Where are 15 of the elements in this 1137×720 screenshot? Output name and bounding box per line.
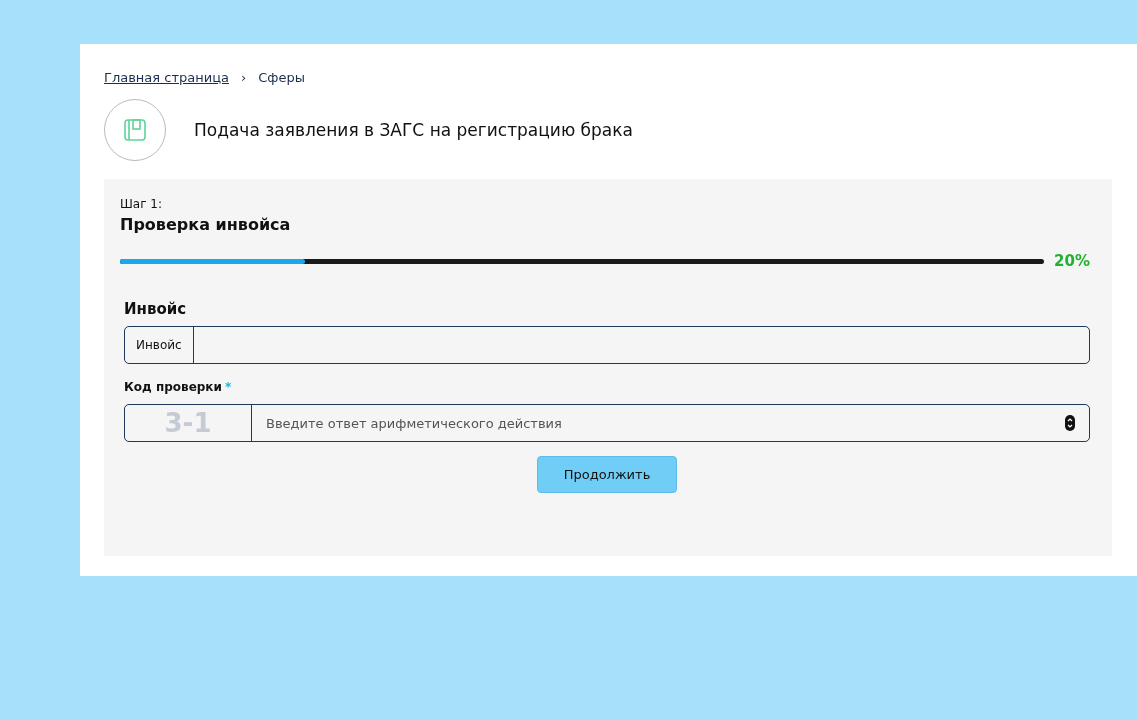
field-addon: Инвойс — [125, 327, 194, 363]
section-title: Инвойс — [124, 300, 188, 318]
invoice-field[interactable]: Инвойс — [124, 326, 1090, 364]
required-mark: * — [224, 380, 232, 394]
breadcrumb-link[interactable]: Главная страница — [104, 70, 229, 85]
service-title: Подача заявления в ЗАГС на регистрацию брака — [194, 120, 633, 140]
answer-input[interactable]: Введите ответ арифметического действия — [252, 405, 1065, 441]
continue-button[interactable]: Продолжить — [537, 456, 677, 493]
breadcrumb-item: › — [241, 70, 247, 85]
step-label: Шаг 1: — [120, 197, 163, 211]
step-title: Проверка инвойса — [120, 215, 292, 234]
breadcrumb-item: Сферы — [258, 70, 305, 85]
field-label: Код проверки — [124, 380, 222, 394]
spinner-icon[interactable] — [1065, 415, 1075, 431]
progress-percent: 20% — [1054, 252, 1090, 270]
